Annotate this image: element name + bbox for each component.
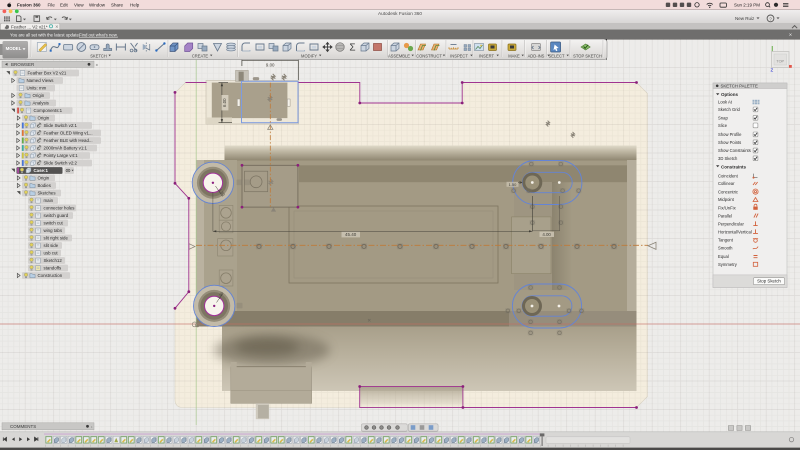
- svg-text:Show Profile: Show Profile: [718, 132, 742, 137]
- svg-text:Show Constraints: Show Constraints: [718, 148, 751, 153]
- svg-text:wing tabs: wing tabs: [44, 228, 63, 233]
- svg-text:switch guard: switch guard: [44, 213, 69, 218]
- svg-text:slit side: slit side: [44, 243, 59, 248]
- svg-text:Sketch Grid: Sketch Grid: [718, 107, 741, 112]
- svg-text:6.00: 6.00: [222, 98, 227, 107]
- svg-text:Σ: Σ: [349, 43, 355, 54]
- svg-text:Snap: Snap: [718, 116, 728, 121]
- svg-text:3D Sketch: 3D Sketch: [718, 156, 738, 161]
- svg-text:main: main: [44, 198, 54, 203]
- svg-text:STOP SKETCH: STOP SKETCH: [573, 54, 602, 59]
- svg-text:COMMENTS: COMMENTS: [10, 424, 36, 429]
- svg-text:Concentric: Concentric: [718, 189, 738, 194]
- svg-text:File: File: [48, 3, 56, 8]
- svg-text:INSERT: INSERT: [479, 54, 494, 59]
- svg-text:Options: Options: [721, 92, 738, 97]
- svg-text:Fix/UnFix: Fix/UnFix: [718, 205, 737, 210]
- svg-text:Units: mm: Units: mm: [27, 86, 47, 91]
- svg-text:Help: Help: [130, 3, 140, 8]
- svg-text:standoffs: standoffs: [44, 266, 63, 271]
- svg-text:CONSTRUCT: CONSTRUCT: [416, 54, 442, 59]
- svg-text:slit right side: slit right side: [44, 236, 69, 241]
- svg-text:SKETCH PALETTE: SKETCH PALETTE: [721, 84, 759, 89]
- svg-text:Feather BLE with Head...: Feather BLE with Head...: [44, 138, 93, 143]
- svg-text:Stop Sketch: Stop Sketch: [757, 279, 781, 284]
- svg-text:Show Points: Show Points: [718, 140, 741, 145]
- svg-text:Look At: Look At: [718, 100, 733, 105]
- svg-text:ADD-INS: ADD-INS: [528, 54, 545, 59]
- svg-text:Smooth: Smooth: [718, 245, 733, 250]
- svg-text:SKETCH: SKETCH: [90, 54, 107, 59]
- svg-text:Construction: Construction: [38, 273, 63, 278]
- svg-text:Find out what’s new.: Find out what’s new.: [79, 32, 118, 37]
- svg-text:Components:1: Components:1: [34, 108, 63, 113]
- svg-text:Slide Switch v2:1: Slide Switch v2:1: [44, 123, 78, 128]
- svg-text:CREATE: CREATE: [192, 54, 209, 59]
- svg-text:Origin: Origin: [33, 93, 45, 98]
- svg-text:Constraints: Constraints: [721, 164, 747, 169]
- svg-text:×: ×: [55, 25, 58, 31]
- svg-text:?: ?: [769, 17, 772, 22]
- svg-text:INSPECT: INSPECT: [450, 54, 468, 59]
- svg-text:Feather Box V2 v21: Feather Box V2 v21: [28, 71, 67, 76]
- svg-text:You are all set with the lates: You are all set with the latest update.: [10, 32, 80, 37]
- svg-text:New Ruiz: New Ruiz: [735, 16, 755, 21]
- svg-text:Coincident: Coincident: [718, 173, 739, 178]
- svg-text:Z: Z: [770, 68, 773, 73]
- svg-text:Edit: Edit: [60, 3, 69, 8]
- svg-text:Symmetry: Symmetry: [718, 262, 738, 267]
- svg-text:2000mAh Battery v1:1: 2000mAh Battery v1:1: [44, 146, 88, 151]
- svg-text:Fusion 360: Fusion 360: [17, 3, 41, 8]
- svg-text:Analysis: Analysis: [33, 101, 50, 106]
- svg-text:1.50: 1.50: [509, 182, 518, 187]
- svg-text:switch cut: switch cut: [44, 221, 64, 226]
- svg-text:Window: Window: [89, 3, 106, 8]
- svg-text:×: ×: [96, 62, 99, 67]
- svg-text:BROWSER: BROWSER: [11, 62, 35, 67]
- svg-text:9.00: 9.00: [266, 62, 275, 67]
- svg-text:Parallel: Parallel: [718, 213, 732, 218]
- svg-text:Equal: Equal: [718, 254, 729, 259]
- svg-text:45.40: 45.40: [345, 232, 357, 237]
- svg-text:4.00: 4.00: [542, 232, 551, 237]
- svg-text:Named Views: Named Views: [27, 78, 55, 83]
- svg-text:Sketch12: Sketch12: [44, 258, 63, 263]
- svg-text:Origin: Origin: [38, 116, 50, 121]
- svg-text:Origin: Origin: [38, 176, 50, 181]
- svg-text:TOP: TOP: [776, 59, 784, 63]
- svg-text:Sun 2:19 PM: Sun 2:19 PM: [734, 3, 760, 8]
- svg-text:Collinear: Collinear: [718, 181, 735, 186]
- svg-text:MODIFY: MODIFY: [301, 54, 317, 59]
- svg-text:MAKE: MAKE: [508, 54, 520, 59]
- svg-text:connector holes: connector holes: [44, 206, 76, 211]
- svg-text:usb cut: usb cut: [44, 251, 59, 256]
- svg-text:Perpendicular: Perpendicular: [718, 221, 744, 226]
- svg-text:Share: Share: [111, 3, 124, 8]
- svg-text:Slide Switch v2:2: Slide Switch v2:2: [44, 161, 78, 166]
- svg-text:MODEL: MODEL: [6, 46, 22, 51]
- svg-text:Tangent: Tangent: [718, 237, 734, 242]
- svg-text:Slice: Slice: [718, 123, 728, 128]
- svg-text:SELECT: SELECT: [549, 54, 565, 59]
- svg-text:Horizontal/Vertical: Horizontal/Vertical: [718, 229, 752, 234]
- svg-text:Feather ... V2 v21*: Feather ... V2 v21*: [11, 24, 48, 29]
- svg-text:Autodesk Fusion 360: Autodesk Fusion 360: [378, 11, 422, 16]
- svg-text:Pointy Large v4:1: Pointy Large v4:1: [44, 153, 79, 158]
- svg-text:Sketches: Sketches: [38, 191, 57, 196]
- svg-text:View: View: [74, 3, 84, 8]
- svg-text:Midpoint: Midpoint: [718, 197, 735, 202]
- svg-text:×: ×: [789, 33, 792, 39]
- svg-text:Bodies: Bodies: [38, 183, 52, 188]
- svg-text:ASSEMBLE: ASSEMBLE: [388, 54, 410, 59]
- svg-text:Case:1: Case:1: [34, 168, 49, 173]
- svg-text:Feather OLED Wing v1...: Feather OLED Wing v1...: [44, 131, 93, 136]
